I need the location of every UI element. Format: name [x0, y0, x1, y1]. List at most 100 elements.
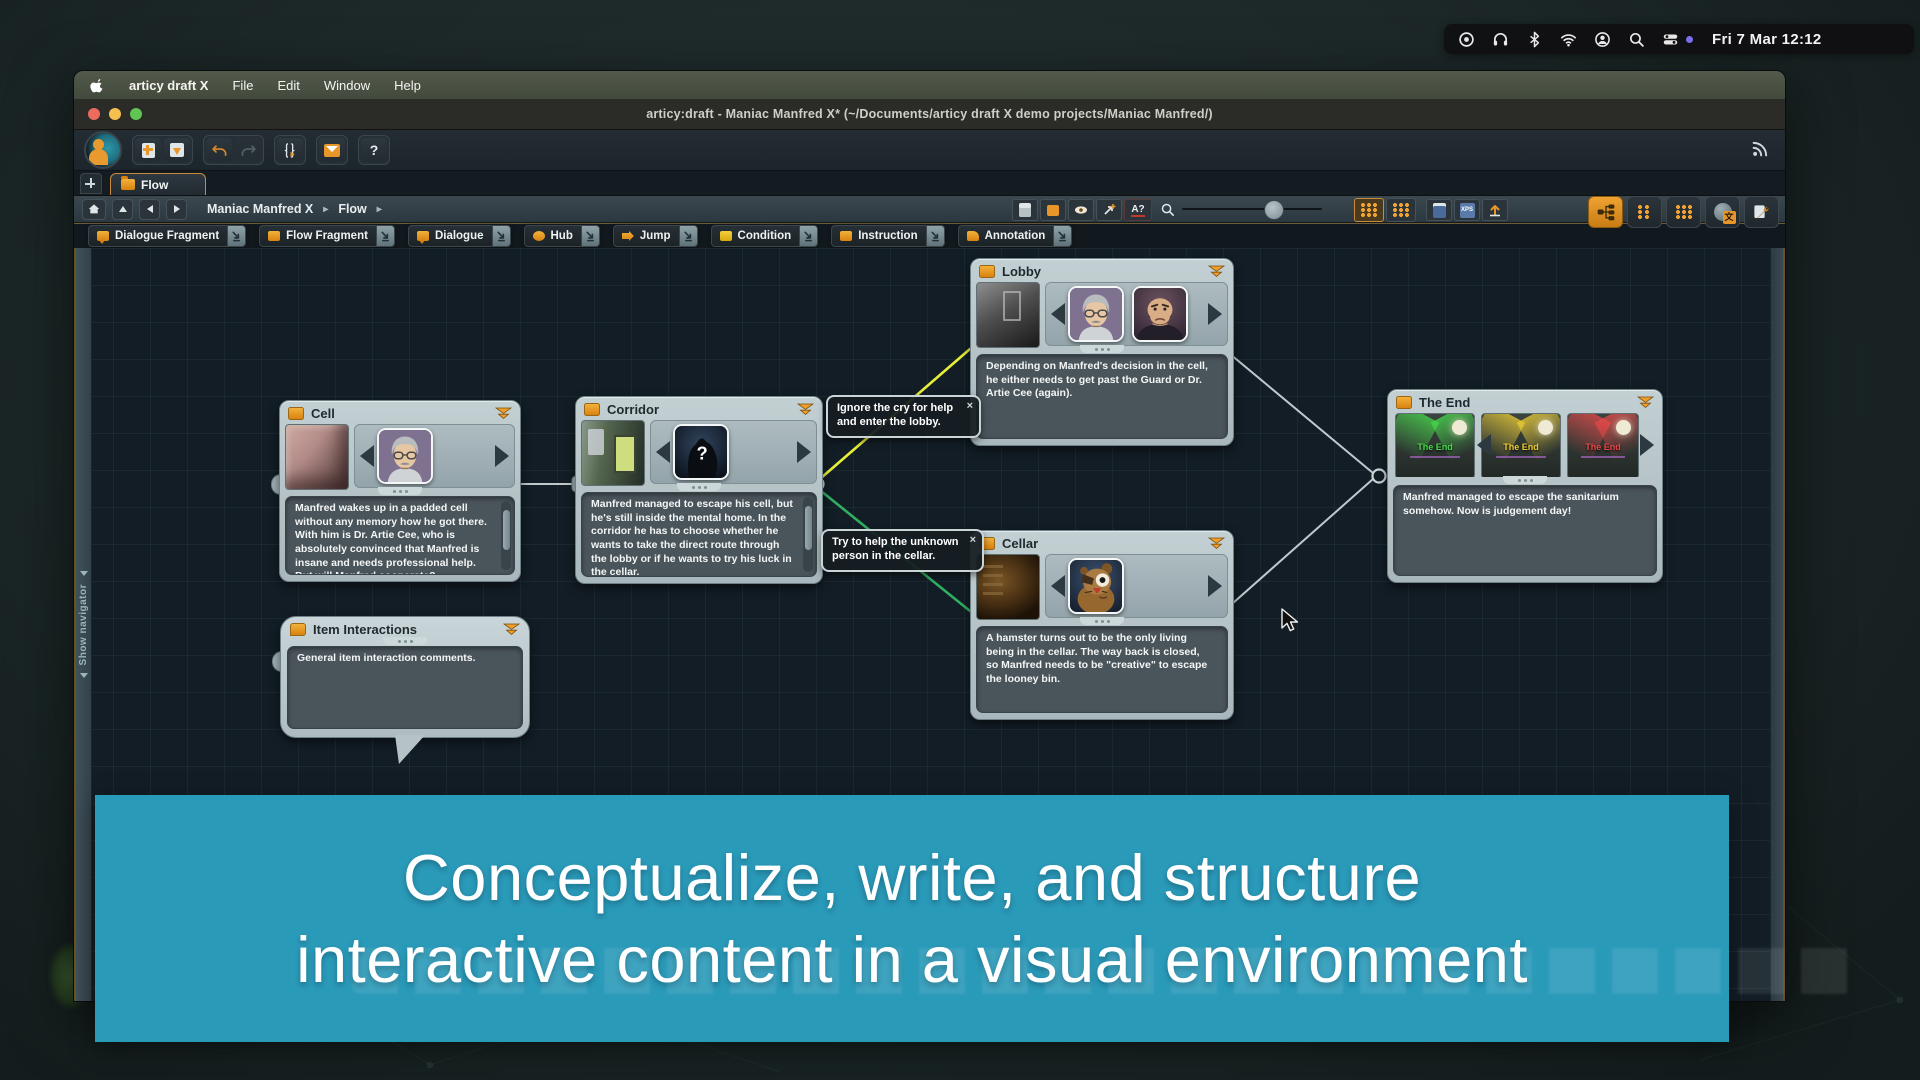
- template-hub[interactable]: Hub: [524, 225, 600, 247]
- flow-node-cellar[interactable]: Cellar A hamster turns out to be the: [970, 530, 1234, 720]
- close-icon[interactable]: ×: [970, 534, 976, 546]
- portrait-dr-artie-cee[interactable]: [377, 428, 433, 484]
- undo-button[interactable]: [206, 138, 232, 162]
- node-description[interactable]: Manfred managed to escape his cell, but …: [581, 492, 817, 577]
- stage-thumbnail[interactable]: [581, 420, 645, 486]
- carousel-left-icon[interactable]: [360, 445, 374, 467]
- carousel-right-icon[interactable]: [1640, 434, 1654, 456]
- flow-view-button[interactable]: [1588, 196, 1623, 228]
- menu-help[interactable]: Help: [394, 78, 421, 93]
- ending-thumb-red[interactable]: The End: [1567, 413, 1639, 477]
- flow-node-item-interactions[interactable]: Item Interactions General item interacti…: [280, 616, 530, 738]
- template-condition[interactable]: Condition: [711, 225, 819, 247]
- grid-settings-button[interactable]: [1354, 198, 1384, 222]
- list-view-button[interactable]: [1627, 196, 1662, 228]
- zoom-slider-thumb[interactable]: [1264, 200, 1284, 220]
- template-instruction[interactable]: Instruction: [831, 225, 944, 247]
- carousel-left-icon[interactable]: [1051, 303, 1065, 325]
- help-button[interactable]: ?: [361, 138, 387, 162]
- account-icon[interactable]: [1594, 31, 1611, 48]
- system-tray[interactable]: Fri 7 Mar 12:12: [1444, 24, 1914, 54]
- grid-button[interactable]: [1386, 198, 1416, 222]
- app-menu-name[interactable]: articy draft X: [129, 78, 208, 93]
- node-description[interactable]: Depending on Manfred's decision in the c…: [976, 354, 1228, 439]
- resize-grip[interactable]: [976, 346, 1228, 354]
- node-description[interactable]: Manfred wakes up in a padded cell withou…: [285, 496, 515, 575]
- add-tab-button[interactable]: [80, 173, 102, 194]
- back-button[interactable]: [139, 199, 160, 220]
- scrollbar[interactable]: [501, 501, 511, 570]
- flow-node-cell[interactable]: Cell Manfred wakes up in a padded ce: [279, 400, 521, 582]
- rss-icon[interactable]: [1751, 140, 1769, 158]
- up-button[interactable]: [112, 199, 133, 220]
- scrollbar[interactable]: [803, 497, 813, 572]
- template-dialogue-fragment[interactable]: Dialogue Fragment: [88, 225, 246, 247]
- template-dialogue[interactable]: Dialogue: [408, 225, 511, 247]
- carousel-left-icon[interactable]: [1477, 434, 1491, 456]
- carousel-left-icon[interactable]: [1051, 575, 1065, 597]
- flow-node-the-end[interactable]: The End The End The End: [1387, 389, 1663, 583]
- ending-thumb-green[interactable]: The End: [1395, 413, 1475, 477]
- resize-grip[interactable]: [581, 484, 817, 492]
- control-center-icon[interactable]: [1662, 31, 1679, 48]
- node-description[interactable]: Manfred managed to escape the sanitarium…: [1393, 485, 1657, 576]
- mail-button[interactable]: [319, 138, 345, 162]
- forward-button[interactable]: [166, 199, 187, 220]
- resize-grip[interactable]: [976, 618, 1228, 626]
- ending-thumb-yellow[interactable]: The End: [1481, 413, 1561, 477]
- zoom-search-icon[interactable]: [1160, 202, 1175, 217]
- localization-button[interactable]: 文: [1705, 196, 1740, 228]
- record-icon[interactable]: [1458, 31, 1475, 48]
- node-description[interactable]: General item interaction comments.: [287, 646, 523, 729]
- carousel-left-icon[interactable]: [656, 441, 670, 463]
- template-jump[interactable]: Jump: [613, 225, 698, 247]
- headphones-icon[interactable]: [1492, 31, 1509, 48]
- window-title-bar[interactable]: articy:draft - Maniac Manfred X* (~/Docu…: [74, 99, 1785, 130]
- breadcrumb-page[interactable]: Flow: [338, 202, 366, 216]
- package-button[interactable]: [1040, 199, 1066, 221]
- carousel-right-icon[interactable]: [1208, 303, 1222, 325]
- user-avatar-button[interactable]: [84, 131, 122, 169]
- tab-flow[interactable]: Flow: [110, 173, 206, 195]
- flow-node-corridor[interactable]: Corridor Manfred managed to escape h: [575, 396, 823, 584]
- template-annotation[interactable]: Annotation: [958, 225, 1073, 247]
- export-button[interactable]: [1482, 199, 1508, 221]
- search-icon[interactable]: [1628, 31, 1645, 48]
- visibility-button[interactable]: [1068, 199, 1094, 221]
- template-flow-fragment[interactable]: Flow Fragment: [259, 225, 395, 247]
- settings-button[interactable]: [1744, 196, 1779, 228]
- drag-handle-icon[interactable]: [492, 225, 511, 247]
- resize-grip[interactable]: [1393, 477, 1657, 485]
- collapse-chevron-icon[interactable]: [1637, 396, 1654, 409]
- menu-file[interactable]: File: [232, 78, 253, 93]
- carousel-right-icon[interactable]: [1208, 575, 1222, 597]
- menu-window[interactable]: Window: [324, 78, 370, 93]
- carousel-right-icon[interactable]: [495, 445, 509, 467]
- collapse-chevron-icon[interactable]: [495, 407, 512, 420]
- stage-thumbnail[interactable]: [976, 282, 1040, 348]
- connection-label-cellar[interactable]: Try to help the unknown person in the ce…: [821, 529, 984, 572]
- grid-view-button[interactable]: [1666, 196, 1701, 228]
- portrait-guard[interactable]: [1132, 286, 1188, 342]
- script-braces-button[interactable]: [277, 138, 303, 162]
- drag-handle-icon[interactable]: [581, 225, 600, 247]
- portrait-dr-artie-cee[interactable]: [1068, 286, 1124, 342]
- pointer-add-button[interactable]: [1096, 199, 1122, 221]
- drag-handle-icon[interactable]: [799, 225, 818, 247]
- collapse-chevron-icon[interactable]: [503, 623, 520, 636]
- flow-node-lobby[interactable]: Lobby Depending on Ma: [970, 258, 1234, 446]
- portrait-unknown-person[interactable]: [673, 424, 729, 480]
- apple-menu-icon[interactable]: [90, 77, 105, 94]
- redo-button[interactable]: [235, 138, 261, 162]
- drag-handle-icon[interactable]: [679, 225, 698, 247]
- resize-grip[interactable]: [285, 488, 515, 496]
- xps-export-button[interactable]: XPS: [1454, 199, 1480, 221]
- drag-handle-icon[interactable]: [1053, 225, 1072, 247]
- zoom-slider-track[interactable]: [1182, 208, 1322, 210]
- stage-thumbnail[interactable]: [976, 554, 1040, 620]
- wifi-icon[interactable]: [1560, 31, 1577, 48]
- carousel-right-icon[interactable]: [797, 441, 811, 463]
- collapse-chevron-icon[interactable]: [797, 403, 814, 416]
- menu-edit[interactable]: Edit: [277, 78, 299, 93]
- bluetooth-icon[interactable]: [1526, 31, 1543, 48]
